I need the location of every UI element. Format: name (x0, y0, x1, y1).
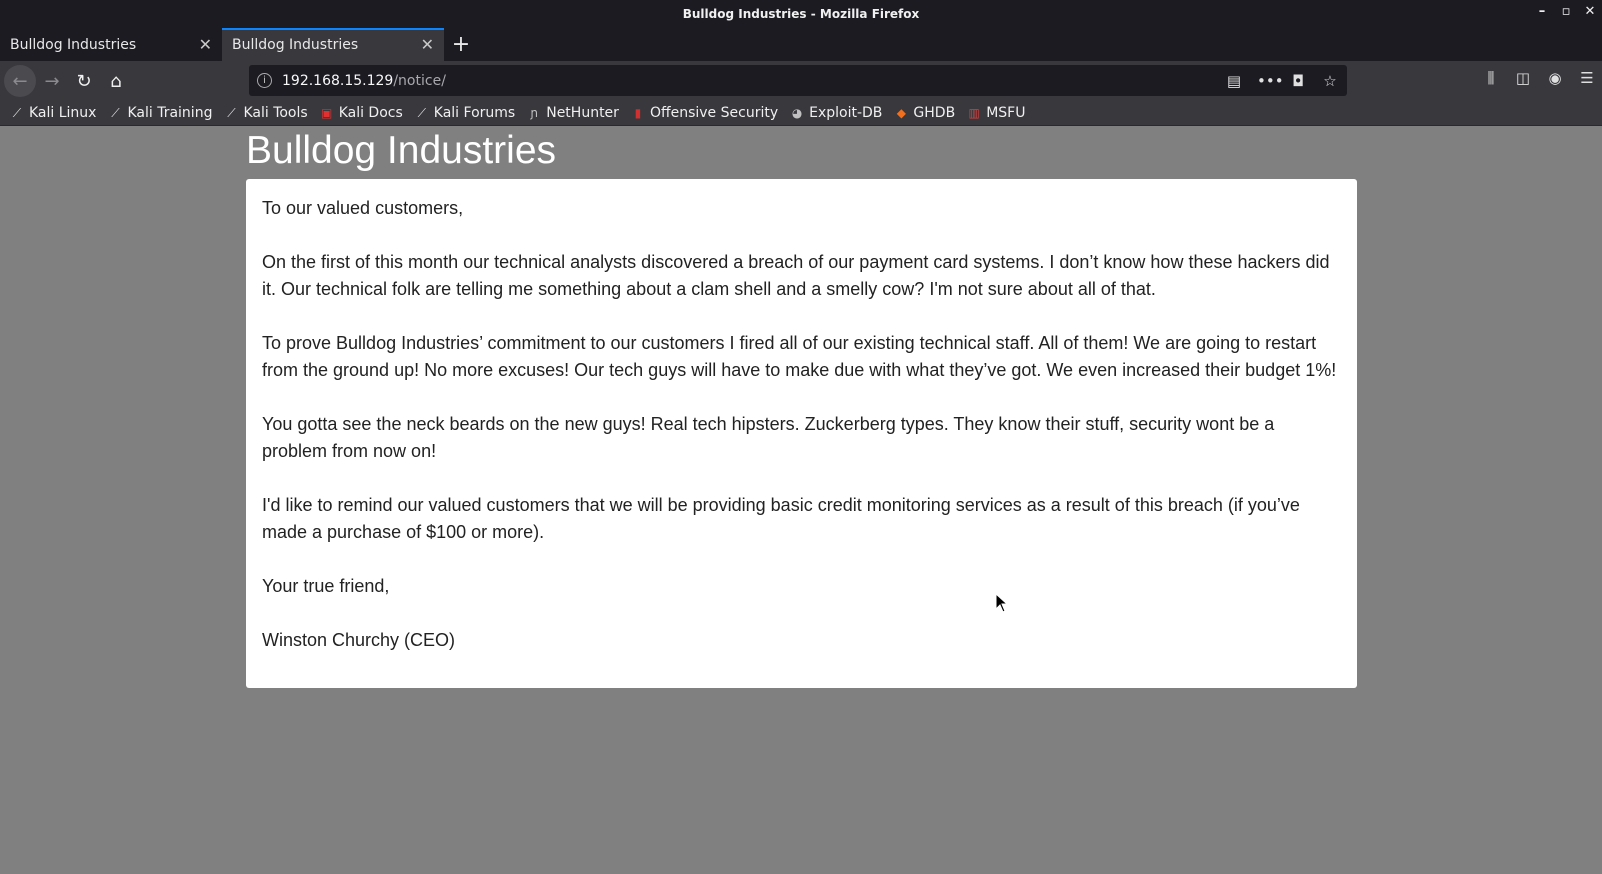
forward-button[interactable]: → (36, 65, 68, 97)
pocket-icon[interactable]: ◘ (1289, 72, 1307, 90)
bookmark-kali-training[interactable]: ⟋ Kali Training (108, 105, 212, 121)
maximize-icon[interactable]: ▫ (1560, 4, 1572, 19)
site-info-icon[interactable]: i (257, 73, 272, 88)
dragon-icon: ⟋ (12, 106, 22, 120)
bookmark-kali-forums[interactable]: ⟋ Kali Forums (415, 105, 516, 121)
offsec-icon: ▮ (634, 106, 642, 120)
sidebar-icon[interactable]: ◫ (1514, 69, 1532, 87)
bookmark-label: Kali Training (127, 105, 213, 121)
url-path: /notice/ (393, 72, 446, 89)
bookmark-kali-docs[interactable]: ▣ Kali Docs (320, 105, 403, 121)
docs-icon: ▣ (321, 106, 333, 120)
notice-panel: To our valued customers, On the first of… (246, 179, 1357, 688)
bookmark-ghdb[interactable]: ◆ GHDB (894, 105, 955, 121)
bookmark-label: MSFU (986, 105, 1026, 121)
menu-icon[interactable]: ☰ (1578, 69, 1596, 87)
bookmark-kali-tools[interactable]: ⟋ Kali Tools (224, 105, 307, 121)
bookmark-label: NetHunter (546, 105, 619, 121)
bookmark-label: GHDB (913, 105, 956, 121)
ghdb-icon: ◆ (896, 106, 907, 120)
window-titlebar: Bulldog Industries - Mozilla Firefox – ▫… (0, 0, 1602, 28)
notice-signature: Winston Churchy (CEO) (262, 630, 456, 650)
bookmarks-toolbar: ⟋ Kali Linux ⟋ Kali Training ⟋ Kali Tools ▣ Kal… (0, 101, 1602, 126)
back-button[interactable]: ← (4, 65, 36, 97)
bookmark-star-icon[interactable]: ☆ (1321, 72, 1339, 90)
close-tab-icon[interactable]: ✕ (199, 35, 212, 54)
tab-title: Bulldog Industries (10, 36, 137, 53)
tab-strip: Bulldog Industries ✕ Bulldog Industries … (0, 28, 1602, 61)
reload-button[interactable]: ↻ (68, 65, 100, 97)
exploitdb-icon: ◕ (791, 106, 803, 120)
dragon-icon: ⟋ (227, 106, 236, 120)
home-button[interactable]: ⌂ (100, 65, 132, 97)
notice-paragraph: I'd like to remind our valued customers … (262, 495, 1300, 542)
notice-paragraph: To prove Bulldog Industries’ commitment … (262, 333, 1337, 380)
address-bar-actions: ▤ ••• ◘ ☆ (1225, 72, 1339, 90)
bookmark-label: Kali Tools (243, 105, 308, 121)
notice-closing: Your true friend, (262, 576, 390, 596)
bookmark-kali-linux[interactable]: ⟋ Kali Linux (10, 105, 97, 121)
msfu-icon: ▥ (968, 106, 980, 120)
bookmark-offensive-security[interactable]: ▮ Offensive Security (631, 105, 779, 121)
notice-paragraph: On the first of this month our technical… (262, 252, 1330, 299)
bookmark-exploit-db[interactable]: ◕ Exploit-DB (790, 105, 883, 121)
bookmark-msfu[interactable]: ▥ MSFU (967, 105, 1026, 121)
bookmark-label: Kali Docs (338, 105, 403, 121)
nethunter-icon: ɲ (530, 106, 539, 120)
bookmark-label: Exploit-DB (809, 105, 883, 121)
navigation-toolbar: ← → ↻ ⌂ i 192.168.15.129/notice/ ▤ ••• ◘… (0, 61, 1602, 101)
reader-view-icon[interactable]: ▤ (1225, 72, 1243, 90)
page-viewport: Bulldog Industries To our valued custome… (0, 127, 1602, 874)
window-title: Bulldog Industries - Mozilla Firefox (682, 7, 920, 21)
new-tab-button[interactable]: + (444, 28, 478, 61)
bookmark-label: Kali Linux (29, 105, 97, 121)
tab-bulldog-industries-1[interactable]: Bulldog Industries ✕ (0, 28, 222, 61)
dragon-icon: ⟋ (417, 106, 426, 120)
tab-bulldog-industries-2[interactable]: Bulldog Industries ✕ (222, 28, 444, 61)
minimize-icon[interactable]: – (1536, 4, 1548, 19)
account-icon[interactable]: ◉ (1546, 69, 1564, 87)
toolbar-right: ⫼ ◫ ◉ ☰ (1482, 69, 1596, 87)
bookmark-label: Offensive Security (649, 105, 779, 121)
url-host: 192.168.15.129 (282, 72, 394, 89)
mouse-cursor-icon (995, 593, 1009, 613)
close-window-icon[interactable]: ✕ (1584, 4, 1596, 19)
tab-title: Bulldog Industries (232, 36, 359, 53)
close-tab-icon[interactable]: ✕ (421, 35, 434, 54)
page-title: Bulldog Industries (246, 129, 557, 172)
page-actions-icon[interactable]: ••• (1257, 72, 1284, 90)
window-controls: – ▫ ✕ (1536, 4, 1596, 19)
bookmark-label: Kali Forums (433, 105, 516, 121)
bookmark-nethunter[interactable]: ɲ NetHunter (527, 105, 619, 121)
address-bar[interactable]: i 192.168.15.129/notice/ ▤ ••• ◘ ☆ (249, 65, 1347, 96)
library-icon[interactable]: ⫼ (1482, 69, 1500, 87)
notice-greeting: To our valued customers, (262, 198, 464, 218)
dragon-icon: ⟋ (111, 106, 120, 120)
notice-paragraph: You gotta see the neck beards on the new… (262, 414, 1275, 461)
